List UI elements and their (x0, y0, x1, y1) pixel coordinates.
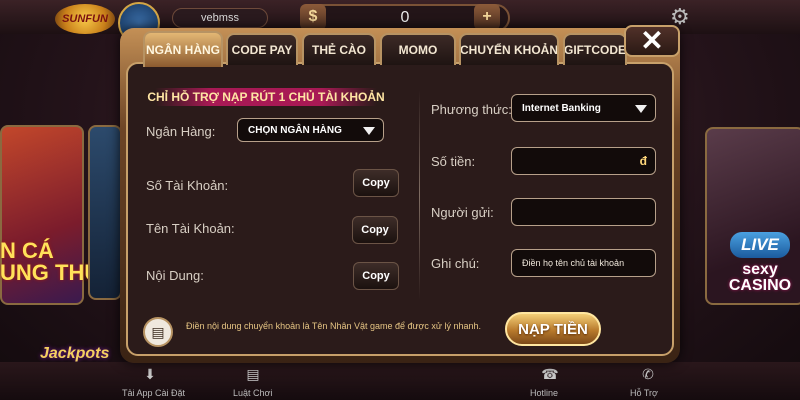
note-label: Ghi chú: (431, 256, 480, 271)
footer-instruction: Điền nội dung chuyển khoản là Tên Nhân V… (186, 321, 481, 331)
book-icon[interactable]: ▤ (243, 366, 263, 384)
deposit-button[interactable]: NẠP TIỀN (505, 312, 601, 346)
document-icon: ▤ (143, 317, 173, 347)
sender-input[interactable] (511, 198, 656, 226)
note-input-value: Điền họ tên chủ tài khoản (522, 258, 625, 268)
close-icon: ✕ (640, 25, 664, 56)
method-label: Phương thức: (431, 102, 512, 117)
copy-content-button[interactable]: Copy (353, 262, 399, 290)
column-divider (419, 90, 420, 300)
content-label: Nội Dung: (146, 268, 204, 283)
fish-game-title: N CÁ UNG THU (0, 238, 101, 285)
nav-hotline[interactable]: Hotline (530, 388, 558, 398)
bank-select-value: CHỌN NGÂN HÀNG (248, 124, 342, 136)
support-icon[interactable]: ✆ (638, 366, 658, 384)
caret-down-icon (363, 127, 375, 135)
tab-scratch-card[interactable]: THẺ CÀO (302, 33, 376, 65)
tab-momo[interactable]: MOMO (380, 33, 456, 65)
account-name-label: Tên Tài Khoản: (146, 221, 235, 236)
download-icon[interactable]: ⬇ (140, 366, 160, 384)
add-funds-plus-icon[interactable]: + (474, 4, 500, 30)
username: vebmss (172, 8, 268, 28)
phone-icon[interactable]: ☎ (540, 366, 560, 384)
close-button[interactable]: ✕ (624, 25, 680, 57)
note-input[interactable]: Điền họ tên chủ tài khoản (511, 249, 656, 277)
game-card[interactable] (88, 125, 122, 300)
deposit-modal (120, 28, 680, 363)
amount-label: Số tiền: (431, 154, 476, 169)
dollar-icon[interactable]: $ (300, 4, 326, 30)
live-casino-title: sexy CASINO (728, 261, 792, 294)
live-badge: LIVE (730, 232, 790, 258)
jackpot-label[interactable]: Jackpots (40, 345, 109, 363)
currency-symbol: đ (639, 154, 647, 168)
method-select[interactable]: Internet Banking (511, 94, 656, 122)
tab-code-pay[interactable]: CODE PAY (226, 33, 298, 65)
tab-transfer[interactable]: CHUYỂN KHOẢN (459, 33, 559, 65)
copy-account-number-button[interactable]: Copy (353, 169, 399, 197)
amount-input[interactable]: đ (511, 147, 656, 175)
caret-down-icon (635, 105, 647, 113)
bottom-nav (0, 362, 800, 400)
notice-banner: CHỈ HỖ TRỢ NẠP RÚT 1 CHỦ TÀI KHOẢN (147, 88, 385, 106)
tab-bank[interactable]: NGÂN HÀNG (143, 31, 223, 67)
sender-label: Người gửi: (431, 205, 494, 220)
bank-label: Ngân Hàng: (146, 124, 216, 139)
tab-giftcode[interactable]: GIFTCODE (563, 33, 627, 65)
game-logo: SUNFUN (55, 4, 115, 34)
bank-select[interactable]: CHỌN NGÂN HÀNG (237, 118, 384, 142)
method-select-value: Internet Banking (522, 102, 601, 114)
nav-download-app[interactable]: Tải App Cài Đặt (122, 388, 185, 398)
nav-rules[interactable]: Luật Chơi (233, 388, 272, 398)
account-number-label: Số Tài Khoản: (146, 178, 229, 193)
nav-support[interactable]: Hỗ Trợ (630, 388, 658, 398)
copy-account-name-button[interactable]: Copy (352, 216, 398, 244)
